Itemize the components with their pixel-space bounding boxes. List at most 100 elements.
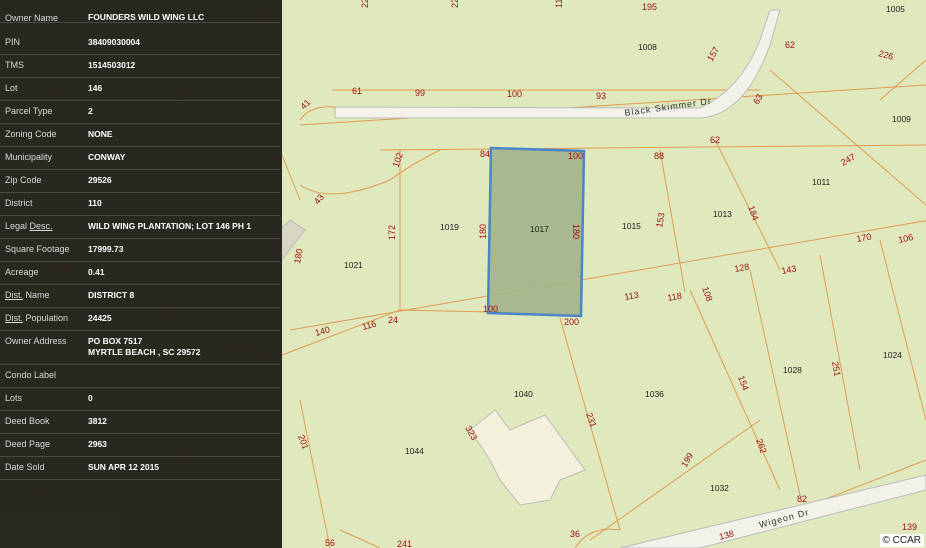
info-row-owner-name: Owner Name FOUNDERS WILD WING LLC <box>0 0 280 23</box>
info-label: Acreage <box>5 267 39 277</box>
info-row-municipality: Municipality CONWAY <box>0 146 280 170</box>
info-label: Zip Code <box>5 175 42 185</box>
info-value: 2 <box>88 106 93 116</box>
info-row-tms: TMS 1514503012 <box>0 54 280 78</box>
info-value: 17999.73 <box>88 244 124 254</box>
dimension-label: 195 <box>642 2 657 12</box>
info-row-dist-name: Dist. Name DISTRICT 8 <box>0 284 280 308</box>
dimension-label: 100 <box>507 89 522 99</box>
info-value: FOUNDERS WILD WING LLC <box>88 12 205 22</box>
dimension-label: 100 <box>483 304 498 314</box>
dimension-label: 180 <box>571 224 581 239</box>
dimension-label: 24 <box>388 315 398 325</box>
dimension-label: 88 <box>654 151 664 161</box>
dimension-label: 36 <box>570 529 580 539</box>
info-row-date-sold: Date Sold SUN APR 12 2015 <box>0 456 280 480</box>
info-value: 29526 <box>88 175 112 185</box>
info-value: PO BOX 7517 <box>88 336 143 346</box>
info-label: Owner Name <box>5 13 59 23</box>
info-value: DISTRICT 8 <box>88 290 135 300</box>
lot-number: 1024 <box>883 350 902 360</box>
info-value: SUN APR 12 2015 <box>88 462 160 472</box>
info-label: Deed Book <box>5 416 50 426</box>
info-row-parcel-type: Parcel Type 2 <box>0 100 280 124</box>
dimension-label: 62 <box>710 135 720 145</box>
info-label: Square Footage <box>5 244 70 254</box>
info-value: 1514503012 <box>88 60 136 70</box>
info-label: Date Sold <box>5 462 45 472</box>
lot-number: 1032 <box>710 483 729 493</box>
info-label: Dist. Name <box>5 290 50 300</box>
info-row-owner-address: Owner Address PO BOX 7517 MYRTLE BEACH ,… <box>0 330 280 365</box>
dimension-label: 84 <box>480 149 490 159</box>
lot-number: 1019 <box>440 222 459 232</box>
copyright-watermark: © CCAR <box>879 534 924 547</box>
info-row-deed-book: Deed Book 3812 <box>0 410 280 434</box>
dimension-label: 180 <box>478 224 488 239</box>
dimension-label: 11 <box>554 0 564 8</box>
lot-number: 1013 <box>713 209 732 219</box>
info-label: District <box>5 198 33 208</box>
info-label: TMS <box>5 60 24 70</box>
dimension-label: 93 <box>596 91 606 101</box>
info-row-zoning-code: Zoning Code NONE <box>0 123 280 147</box>
info-label: Legal Desc. <box>5 221 53 231</box>
info-label: Deed Page <box>5 439 51 449</box>
info-row-lots: Lots 0 <box>0 387 280 411</box>
info-row-dist-population: Dist. Population 24425 <box>0 307 280 331</box>
dimension-label: 139 <box>902 522 917 532</box>
dimension-label: 22 <box>360 0 370 8</box>
dimension-label: 22 <box>450 0 460 8</box>
info-label: Lot <box>5 83 18 93</box>
info-row-square-footage: Square Footage 17999.73 <box>0 238 280 262</box>
info-value: 0 <box>88 393 93 403</box>
info-label: Dist. Population <box>5 313 69 323</box>
info-row-legal-desc: Legal Desc. WILD WING PLANTATION; LOT 14… <box>0 215 280 239</box>
info-value: CONWAY <box>88 152 126 162</box>
dimension-label: 100 <box>568 151 583 161</box>
lot-number: 1017 <box>530 224 549 234</box>
dimension-label: 241 <box>397 539 412 548</box>
lot-number: 1036 <box>645 389 664 399</box>
info-row-pin: PIN 38409030004 <box>0 31 280 55</box>
lot-number: 1005 <box>886 4 905 14</box>
info-row-acreage: Acreage 0.41 <box>0 261 280 285</box>
dimension-label: 61 <box>352 86 362 96</box>
info-value: 38409030004 <box>88 37 141 47</box>
info-value: NONE <box>88 129 113 139</box>
info-row-deed-page: Deed Page 2963 <box>0 433 280 457</box>
lot-number: 1008 <box>638 42 657 52</box>
lot-number: 1021 <box>344 260 363 270</box>
lot-number: 1044 <box>405 446 424 456</box>
lot-number: 1015 <box>622 221 641 231</box>
info-row-lot: Lot 146 <box>0 77 280 101</box>
info-row-zip-code: Zip Code 29526 <box>0 169 280 193</box>
info-value-line2: MYRTLE BEACH , SC 29572 <box>88 347 201 357</box>
info-label: Condo Label <box>5 370 57 380</box>
info-value: 110 <box>88 198 102 208</box>
lot-number: 1028 <box>783 365 802 375</box>
info-label: Municipality <box>5 152 53 162</box>
info-value: WILD WING PLANTATION; LOT 146 PH 1 <box>88 221 252 231</box>
info-label: PIN <box>5 37 21 47</box>
dimension-label: 200 <box>564 317 579 327</box>
dimension-label: 56 <box>325 538 335 548</box>
info-label: Owner Address <box>5 336 67 346</box>
info-label: Lots <box>5 393 23 403</box>
info-value: 24425 <box>88 313 112 323</box>
info-value: 0.41 <box>88 267 105 277</box>
info-value: 146 <box>88 83 103 93</box>
info-row-district: District 110 <box>0 192 280 216</box>
info-value: 2963 <box>88 439 107 449</box>
lot-number: 1009 <box>892 114 911 124</box>
dimension-label: 172 <box>387 225 397 240</box>
info-value: 3812 <box>88 416 107 426</box>
parcel-info-panel: Owner Name FOUNDERS WILD WING LLC PIN 38… <box>0 0 282 548</box>
info-label: Parcel Type <box>5 106 53 116</box>
dimension-label: 82 <box>797 494 807 504</box>
dimension-label: 99 <box>415 88 425 98</box>
lot-number: 1040 <box>514 389 533 399</box>
dimension-label: 62 <box>785 40 795 50</box>
info-label: Zoning Code <box>5 129 57 139</box>
lot-number: 1011 <box>812 177 831 187</box>
